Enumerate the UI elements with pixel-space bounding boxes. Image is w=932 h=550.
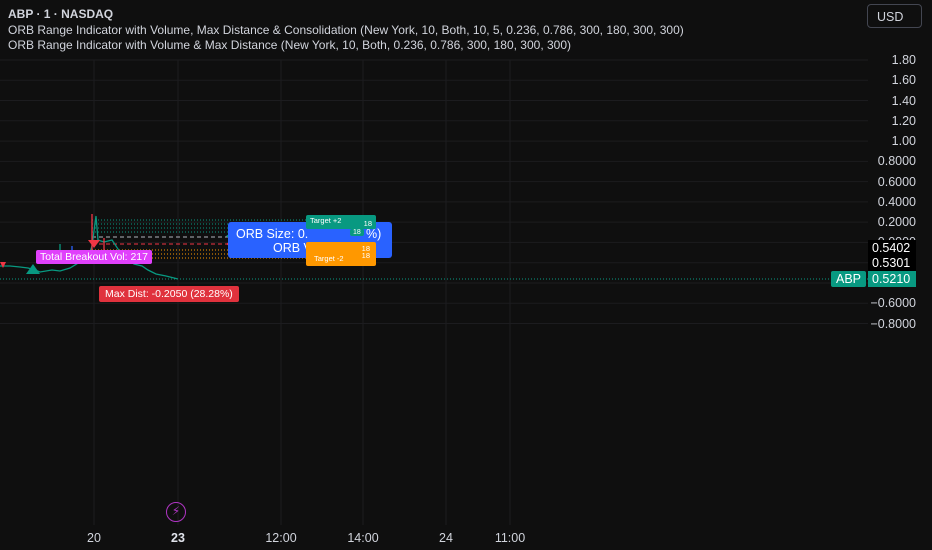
buy-triangle	[26, 264, 40, 274]
target-up-sub: 18	[350, 229, 364, 236]
time-tick: 12:00	[265, 531, 297, 545]
time-tick: 24	[439, 531, 453, 545]
price-tick: 1.60	[891, 73, 916, 88]
sell-triangle-left	[0, 262, 6, 268]
orb-size-text: ORB Size: 0.	[236, 227, 309, 241]
max-dist-label: Max Dist: -0.2050 (28.28%)	[99, 286, 239, 302]
target-down-label: 18 18 Target -2	[306, 242, 376, 266]
indicator-2-legend[interactable]: ORB Range Indicator with Volume & Max Di…	[8, 38, 684, 54]
symbol-price-tag: ABP	[831, 271, 867, 287]
total-breakout-vol-label: Total Breakout Vol: 217	[36, 250, 152, 264]
chart-legend: ABP · 1 · NASDAQ ORB Range Indicator wit…	[8, 7, 684, 54]
price-series	[0, 214, 179, 280]
price-tag-mid: 0.5301	[868, 255, 917, 271]
sell-triangle	[88, 240, 100, 248]
price-tick: −0.6000	[870, 296, 916, 311]
time-tick: 23	[171, 531, 185, 545]
price-tick: 1.80	[891, 53, 916, 67]
price-tick: −0.8000	[870, 316, 916, 331]
price-tick: 0.4000	[877, 194, 916, 209]
time-tick: 14:00	[347, 531, 379, 545]
price-tick: 0.8000	[877, 154, 916, 169]
price-tag-last: 0.5210	[868, 271, 917, 287]
orb-size-tail: %)	[366, 227, 382, 241]
symbol-line[interactable]: ABP · 1 · NASDAQ	[8, 7, 684, 23]
target-up-label: Target +2 18	[306, 215, 376, 229]
time-tick: 20	[87, 531, 101, 545]
price-tick: 1.40	[891, 93, 916, 108]
indicator-1-legend[interactable]: ORB Range Indicator with Volume, Max Dis…	[8, 23, 684, 39]
price-tag-high: 0.5402	[868, 240, 917, 256]
price-tick: 0.6000	[877, 174, 916, 189]
flash-icon[interactable]: ⚡	[166, 502, 186, 522]
time-tick: 11:00	[494, 531, 526, 545]
chart-canvas[interactable]	[0, 0, 932, 550]
price-tick: 0.2000	[877, 215, 916, 230]
price-tick: 1.20	[891, 113, 916, 128]
price-tick: 1.00	[891, 134, 916, 149]
